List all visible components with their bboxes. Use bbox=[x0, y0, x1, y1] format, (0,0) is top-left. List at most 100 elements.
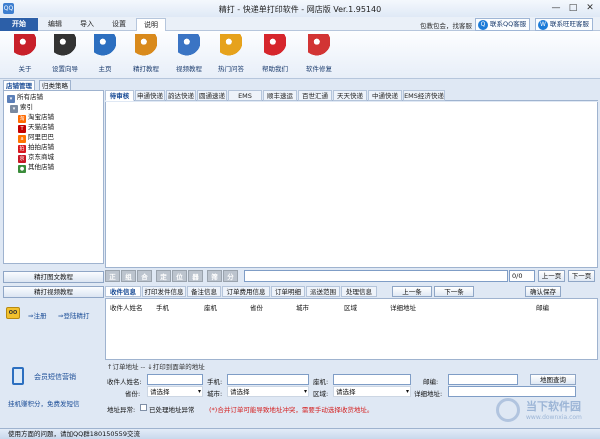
top-hat-icon bbox=[54, 34, 76, 56]
detail-tab[interactable]: 处理信息 bbox=[341, 286, 377, 297]
tree-index[interactable]: ▾ 索引 bbox=[10, 103, 33, 113]
ribbon-label: 精打教程 bbox=[133, 65, 159, 73]
warning-text: (*)合并订单可能导致地址冲突，需要手动选择收货地址。 bbox=[209, 406, 374, 414]
disabled-tool-button[interactable]: 筛 bbox=[207, 270, 222, 282]
postcode-input[interactable] bbox=[448, 374, 518, 385]
city-select[interactable]: 请选择 bbox=[227, 386, 309, 397]
login-icon: OO bbox=[6, 307, 20, 319]
contact-qq-label: 联系QQ客服 bbox=[490, 20, 527, 28]
tree-store-label: 京东商城 bbox=[28, 153, 54, 161]
tree-store-label: 阿里巴巴 bbox=[28, 133, 54, 141]
tree-store-item[interactable]: 淘淘宝店铺 bbox=[18, 113, 54, 123]
courier-tab[interactable]: 申通快递 bbox=[135, 90, 165, 101]
courier-tab[interactable]: 待审核 bbox=[105, 90, 134, 101]
courier-tab[interactable]: 百世汇通 bbox=[298, 90, 332, 101]
contact-wangwang-button[interactable]: W 联系旺旺客服 bbox=[535, 18, 593, 31]
filter-input[interactable] bbox=[244, 270, 508, 282]
order-list[interactable] bbox=[105, 102, 598, 268]
detail-tab[interactable]: 备注信息 bbox=[187, 286, 221, 297]
courier-tab[interactable]: 顺丰速运 bbox=[263, 90, 297, 101]
tree-store-item[interactable]: ● 其他店铺 bbox=[18, 163, 54, 173]
taobao-icon: 淘 bbox=[18, 115, 26, 123]
alibaba-icon: a bbox=[18, 135, 26, 143]
disabled-tool-button[interactable]: 位 bbox=[172, 270, 187, 282]
login-label: 登陆精打 bbox=[63, 312, 90, 320]
disabled-tool-button[interactable]: 合 bbox=[137, 270, 152, 282]
tree-store-item[interactable]: T 天猫店铺 bbox=[18, 123, 54, 133]
ribbon-label: 帮助我们 bbox=[262, 65, 288, 73]
detail-tab[interactable]: 订单费用信息 bbox=[222, 286, 270, 297]
disabled-tool-button[interactable]: 正 bbox=[105, 270, 120, 282]
recipient-table: 收件人姓名 手机 座机 省份 城市 区域 详细地址 邮编 bbox=[105, 298, 598, 360]
close-button[interactable]: ✕ bbox=[582, 2, 598, 14]
app-window: QQ 精打 - 快递单打印软件 - 网店版 Ver.1.95140 — □ ✕ … bbox=[0, 0, 600, 439]
ribbon-button-7[interactable]: 软件修复 bbox=[297, 34, 341, 73]
column-header: 省份 bbox=[250, 304, 263, 312]
next-page-button[interactable]: 下一页 bbox=[568, 270, 595, 282]
minimize-button[interactable]: — bbox=[548, 2, 564, 14]
column-header: 邮编 bbox=[536, 304, 549, 312]
province-select[interactable]: 请选择 bbox=[147, 386, 203, 397]
ribbon-button-2[interactable]: 主页 bbox=[83, 34, 127, 73]
ribbon-button-4[interactable]: 视频教程 bbox=[167, 34, 211, 73]
menu-start[interactable]: 开始 bbox=[0, 18, 38, 31]
register-link[interactable]: ⇒注册 bbox=[28, 310, 46, 320]
menu-import[interactable]: 导入 bbox=[72, 18, 102, 31]
tutorial-button[interactable]: 精打图文教程 bbox=[3, 271, 104, 283]
login-link[interactable]: ⇒登陆精打 bbox=[58, 310, 89, 320]
courier-tab[interactable]: EMS bbox=[228, 90, 262, 101]
courier-tab[interactable]: EMS经济快递 bbox=[403, 90, 445, 101]
award-ribbon-icon bbox=[14, 34, 36, 56]
menu-edit[interactable]: 编辑 bbox=[40, 18, 70, 31]
processed-checkbox[interactable] bbox=[140, 404, 147, 411]
disabled-tool-button[interactable]: 分 bbox=[223, 270, 238, 282]
disabled-tool-button[interactable]: 组 bbox=[121, 270, 136, 282]
detail-tab[interactable]: 订单明细 bbox=[271, 286, 305, 297]
menu-settings[interactable]: 设置 bbox=[104, 18, 134, 31]
phone-input[interactable] bbox=[333, 374, 411, 385]
ribbon-button-3[interactable]: 精打教程 bbox=[124, 34, 168, 73]
prev-record-button[interactable]: 上一条 bbox=[392, 286, 432, 297]
detail-tab[interactable]: 打印发件信息 bbox=[142, 286, 186, 297]
column-header: 详细地址 bbox=[390, 304, 416, 312]
city-label: 城市: bbox=[207, 390, 223, 398]
courier-tab[interactable]: 中通快递 bbox=[368, 90, 402, 101]
tree-index-label: 索引 bbox=[20, 103, 33, 111]
ribbon-button-6[interactable]: 帮助我们 bbox=[253, 34, 297, 73]
tree-store-item[interactable]: 拍拍拍店铺 bbox=[18, 143, 54, 153]
ribbon-label: 设置向导 bbox=[52, 65, 78, 73]
document-user-icon bbox=[135, 34, 157, 56]
feather-pen-icon bbox=[94, 34, 116, 56]
confirm-save-button[interactable]: 确认保存 bbox=[525, 286, 561, 297]
ribbon-button-0[interactable]: 关于 bbox=[3, 34, 47, 73]
recipient-name-input[interactable] bbox=[147, 374, 203, 385]
mobile-input[interactable] bbox=[227, 374, 309, 385]
ribbon-button-1[interactable]: 设置向导 bbox=[43, 34, 87, 73]
menu-help[interactable]: 说明 bbox=[136, 18, 166, 31]
maximize-button[interactable]: □ bbox=[565, 2, 581, 14]
promo-link[interactable]: 挂机赚积分，免费发短信 bbox=[8, 398, 80, 408]
courier-tab[interactable]: 圆通速递 bbox=[197, 90, 227, 101]
ribbon-label: 视频教程 bbox=[176, 65, 202, 73]
tree-store-item[interactable]: 京京东商城 bbox=[18, 153, 54, 163]
disabled-tool-button[interactable]: 定 bbox=[156, 270, 171, 282]
courier-tab[interactable]: 韵达快递 bbox=[166, 90, 196, 101]
courier-tab[interactable]: 天天快递 bbox=[333, 90, 367, 101]
area-label: 区域: bbox=[313, 390, 329, 398]
column-header: 城市 bbox=[296, 304, 309, 312]
ribbon-button-5[interactable]: 热门问答 bbox=[209, 34, 253, 73]
map-lookup-button[interactable]: 地图查询 bbox=[530, 374, 576, 385]
disabled-tool-button[interactable]: 器 bbox=[188, 270, 203, 282]
tree-root[interactable]: ▾ 所有店铺 bbox=[7, 93, 43, 103]
ribbon-label: 主页 bbox=[98, 65, 112, 73]
detail-tab[interactable]: 派送范围 bbox=[306, 286, 340, 297]
next-record-button[interactable]: 下一条 bbox=[434, 286, 474, 297]
contact-qq-button[interactable]: Q 联系QQ客服 bbox=[475, 18, 531, 31]
area-select[interactable]: 请选择 bbox=[333, 386, 411, 397]
detail-tab[interactable]: 收件信息 bbox=[105, 286, 141, 297]
prev-page-button[interactable]: 上一页 bbox=[538, 270, 565, 282]
video-tutorial-button[interactable]: 精打视频教程 bbox=[3, 286, 104, 298]
life-ring-icon bbox=[264, 34, 286, 56]
tree-store-item[interactable]: a 阿里巴巴 bbox=[18, 133, 54, 143]
sms-marketing-link[interactable]: 会员短信营销 bbox=[34, 372, 76, 382]
